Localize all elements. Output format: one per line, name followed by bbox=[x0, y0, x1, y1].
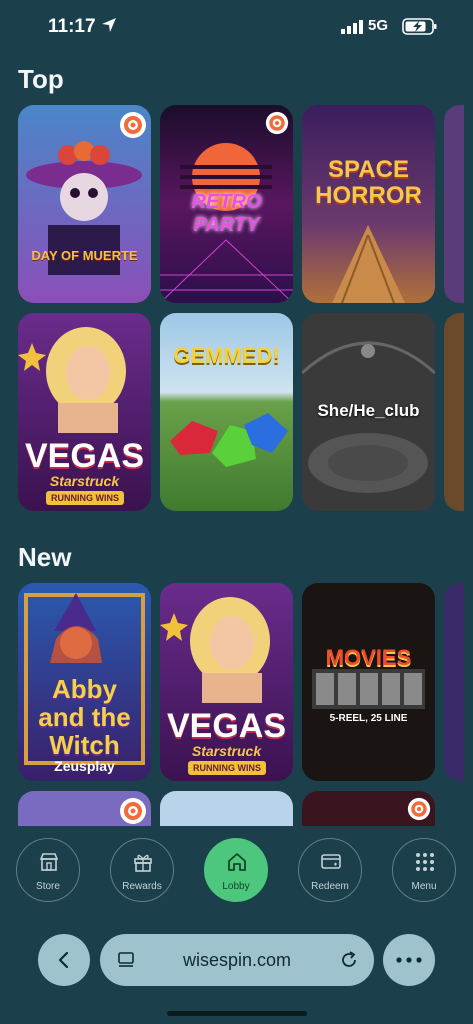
tab-label: Rewards bbox=[122, 881, 162, 892]
card-icon bbox=[321, 854, 341, 869]
section-title-new: New bbox=[18, 542, 72, 572]
battery-charging-icon bbox=[402, 18, 437, 35]
game-tile-movies[interactable]: MOVIES 5-REEL, 25 LINE bbox=[302, 583, 435, 781]
target-badge-icon bbox=[120, 798, 146, 824]
game-tag: RUNNING WINS bbox=[188, 761, 266, 775]
game-tile-retro-party[interactable]: RETRO PARTY bbox=[160, 105, 293, 303]
tab-menu[interactable]: Menu bbox=[392, 838, 456, 902]
home-indicator bbox=[167, 1011, 307, 1016]
tab-rewards[interactable]: Rewards bbox=[110, 838, 174, 902]
game-tile-vegas-starstruck[interactable]: VEGAS Starstruck RUNNING WINS bbox=[18, 313, 151, 511]
store-icon bbox=[39, 853, 59, 871]
game-title: Abby and the Witch bbox=[38, 674, 131, 760]
game-provider: Zeusplay bbox=[54, 758, 115, 774]
game-title: VEGAS bbox=[24, 437, 145, 475]
chevron-left-icon bbox=[58, 951, 69, 969]
game-title: VEGAS bbox=[166, 707, 287, 745]
home-icon bbox=[228, 853, 246, 871]
target-badge-icon bbox=[407, 797, 431, 821]
game-subtitle: 5-REEL, 25 LINE bbox=[329, 713, 408, 724]
game-title: DAY OF MUERTE bbox=[31, 248, 138, 263]
game-title: SPACE HORROR bbox=[315, 156, 422, 209]
game-tile-vegas-starstruck[interactable]: VEGAS Starstruck RUNNING WINS bbox=[160, 583, 293, 781]
tab-store[interactable]: Store bbox=[16, 838, 80, 902]
game-tag: RUNNING WINS bbox=[46, 491, 124, 505]
reload-icon[interactable] bbox=[338, 949, 360, 971]
status-bar: 11:17 5G bbox=[0, 0, 473, 52]
tab-label: Menu bbox=[411, 881, 437, 892]
tab-lobby[interactable]: Lobby bbox=[204, 838, 268, 902]
game-subtitle: Starstruck bbox=[191, 743, 262, 759]
browser-back-button[interactable] bbox=[38, 934, 90, 986]
browser-more-button[interactable] bbox=[383, 934, 435, 986]
target-badge-icon bbox=[265, 111, 289, 135]
game-tile-space-horror[interactable]: SPACE HORROR bbox=[302, 105, 435, 303]
game-title: GEMMED! bbox=[173, 343, 280, 368]
location-arrow-icon bbox=[102, 18, 116, 32]
game-tile-peek[interactable] bbox=[444, 313, 464, 511]
game-tile-partial[interactable] bbox=[302, 791, 435, 826]
game-tile-gemmed[interactable]: GEMMED! bbox=[160, 313, 293, 511]
url-text: wisespin.com bbox=[182, 950, 292, 970]
tab-label: Store bbox=[36, 881, 60, 892]
network-type: 5G bbox=[368, 17, 389, 34]
target-badge-icon bbox=[120, 112, 146, 138]
gift-icon bbox=[134, 854, 152, 872]
game-title: She/He_club bbox=[317, 401, 420, 420]
game-tile-peek[interactable] bbox=[444, 105, 464, 303]
game-subtitle: Starstruck bbox=[49, 473, 120, 489]
tab-redeem[interactable]: Redeem bbox=[298, 838, 362, 902]
tab-label: Lobby bbox=[222, 881, 250, 892]
section-title-top: Top bbox=[18, 64, 64, 94]
game-tile-abby-and-the-witch[interactable]: Abby and the Witch Zeusplay bbox=[18, 583, 151, 781]
game-title: MOVIES bbox=[325, 645, 412, 670]
game-tile-peek[interactable] bbox=[444, 583, 464, 781]
game-title: RETRO PARTY bbox=[191, 191, 262, 236]
status-time: 11:17 bbox=[48, 16, 96, 37]
game-tile-she-he-club[interactable]: She/He_club bbox=[302, 313, 435, 511]
game-tile-day-of-muerte[interactable]: DAY OF MUERTE bbox=[18, 105, 151, 303]
signal-icon bbox=[341, 20, 363, 34]
game-tile-partial[interactable] bbox=[160, 791, 293, 826]
more-dots-icon bbox=[396, 957, 422, 963]
grid-icon bbox=[416, 853, 434, 871]
address-bar[interactable]: wisespin.com bbox=[100, 934, 374, 986]
game-tile-partial[interactable] bbox=[18, 791, 151, 826]
tab-label: Redeem bbox=[311, 881, 349, 892]
